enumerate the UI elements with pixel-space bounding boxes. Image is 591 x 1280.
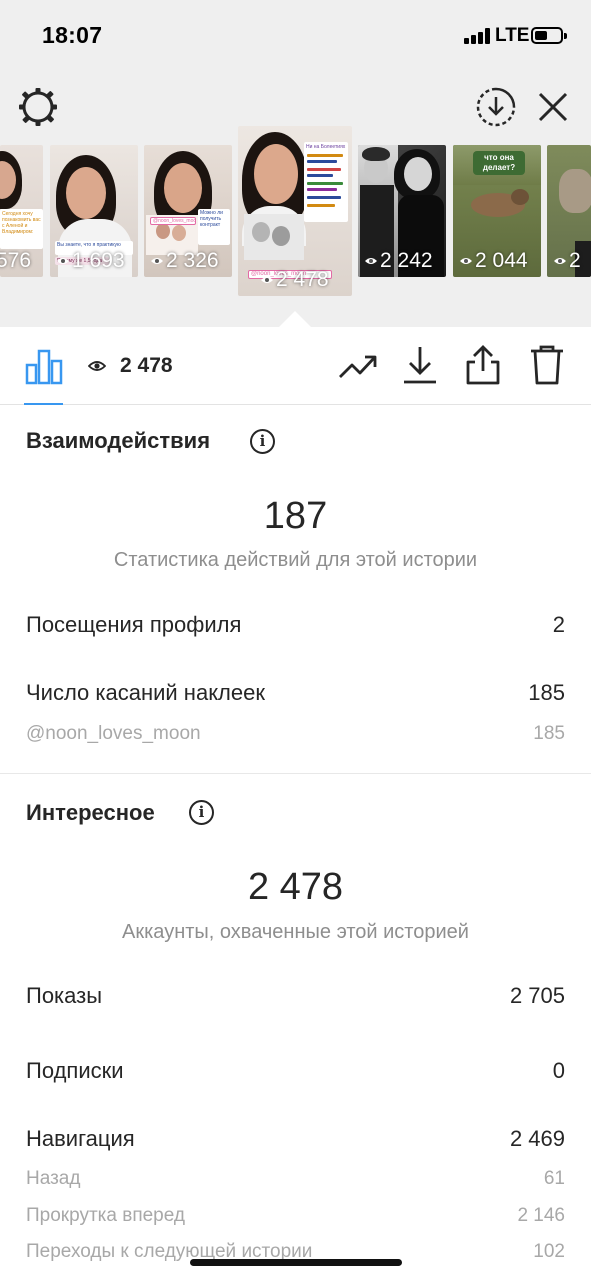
eye-icon <box>151 258 163 265</box>
story-views: 1 693 <box>56 249 125 273</box>
story-views: 2 326 <box>150 249 219 273</box>
sticker-mention-label[interactable]: @noon_loves_moon <box>26 723 201 745</box>
section-divider <box>0 773 591 774</box>
eye-icon <box>88 361 106 371</box>
signal-strength-icon <box>464 28 492 44</box>
story-thumbnail[interactable]: 2 <box>547 145 591 277</box>
story-text-card: Можно ли получить контракт <box>198 209 230 245</box>
selection-pointer <box>279 311 311 327</box>
story-card-text: Можно ли получить контракт <box>200 210 223 228</box>
trending-up-icon[interactable] <box>338 349 378 383</box>
reach-total: 2 478 <box>247 866 344 908</box>
share-icon[interactable] <box>465 344 501 386</box>
back-value: 61 <box>543 1168 565 1189</box>
story-sticker: @noon_loves_moon <box>150 217 196 225</box>
story-thumbnail[interactable]: 2 242 <box>358 145 446 277</box>
story-thumbnail[interactable]: Сегодня хочу познакомить вас с Аленой и … <box>0 145 43 277</box>
eye-icon <box>460 258 472 265</box>
story-label: что она делает? <box>473 151 525 175</box>
active-tab-indicator <box>24 403 63 405</box>
story-card-text: Ни на Болеетиях <box>306 144 346 150</box>
sticker-taps-label: Число касаний наклеек <box>26 680 265 705</box>
interactions-title: Взаимодействия <box>26 428 211 453</box>
status-bar: 18:07 LTE <box>0 0 591 72</box>
next-story-value: 102 <box>533 1241 565 1262</box>
info-icon[interactable]: i <box>189 800 214 825</box>
story-views: 2 478 <box>260 268 329 292</box>
battery-icon <box>531 27 567 44</box>
story-views: 2 <box>553 249 581 273</box>
close-icon[interactable] <box>535 89 571 125</box>
story-toolbar: 2 478 <box>0 327 591 405</box>
story-views: 2 242 <box>364 249 433 273</box>
back-label: Назад <box>26 1168 81 1189</box>
status-time: 18:07 <box>42 22 103 48</box>
forward-label: Прокрутка вперед <box>26 1205 185 1226</box>
reach-caption: Аккаунты, охваченные этой историей <box>122 921 469 943</box>
story-label-text: что она делает? <box>482 153 516 172</box>
follows-value: 0 <box>552 1058 565 1083</box>
eye-icon <box>554 258 566 265</box>
download-circle-icon[interactable] <box>475 86 517 128</box>
eye-icon <box>57 258 69 265</box>
story-text-card: Сегодня хочу познакомить вас с Аленой и … <box>0 209 43 249</box>
download-icon[interactable] <box>402 345 438 385</box>
impressions-label: Показы <box>26 983 103 1008</box>
settings-gear-icon[interactable] <box>17 86 59 128</box>
forward-value: 2 146 <box>517 1205 565 1226</box>
navigation-label: Навигация <box>26 1126 135 1151</box>
info-icon[interactable]: i <box>250 429 275 454</box>
story-card-text: Вы знаете, что я практикую <box>57 242 121 248</box>
impressions-value: 2 705 <box>509 983 565 1008</box>
trash-icon[interactable] <box>529 344 565 386</box>
eye-icon <box>261 277 273 284</box>
discovery-title: Интересное <box>26 800 155 825</box>
story-views: 576 <box>0 249 32 272</box>
sticker-taps-value: 185 <box>528 680 565 705</box>
interactions-caption: Статистика действий для этой истории <box>113 549 478 571</box>
story-selector-area: 18:07 LTE Сегодня хочу познакомить вас с… <box>0 0 591 327</box>
story-views: 2 044 <box>459 249 528 273</box>
story-thumbnail[interactable]: что она делает? 2 044 <box>453 145 541 277</box>
toolbar-views-count: 2 478 <box>120 354 173 377</box>
eye-icon <box>365 258 377 265</box>
navigation-value: 2 469 <box>509 1126 565 1151</box>
home-indicator[interactable] <box>190 1259 402 1266</box>
sticker-mention-value: 185 <box>533 723 565 744</box>
profile-visits-label: Посещения профиля <box>26 612 242 637</box>
network-type: LTE <box>495 25 530 46</box>
interactions-total: 187 <box>263 495 328 537</box>
profile-visits-value: 2 <box>552 612 565 637</box>
story-thumbnail[interactable]: Можно ли получить контракт @noon_loves_m… <box>144 145 232 277</box>
story-thumbnail-selected[interactable]: Ни на Болеетиях @noon_loves_moon 2 478 <box>238 126 352 296</box>
follows-label: Подписки <box>26 1058 124 1083</box>
story-sticker-text: @noon_loves_moon <box>153 218 196 224</box>
story-thumbnail[interactable]: Вы знаете, что я практикую Почему же 1,5… <box>50 145 138 277</box>
bar-chart-icon[interactable] <box>24 347 64 387</box>
story-text-card: Ни на Болеетиях <box>304 142 348 222</box>
story-card-text: Сегодня хочу познакомить вас с Аленой и … <box>2 211 41 235</box>
